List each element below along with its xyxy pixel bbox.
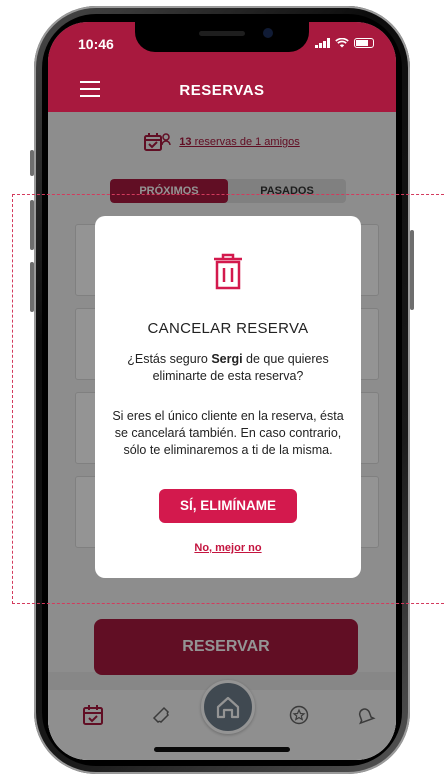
confirm-delete-button[interactable]: SÍ, ELIMÍNAME bbox=[159, 489, 297, 523]
app-bar: RESERVAS bbox=[48, 68, 396, 112]
page-title: RESERVAS bbox=[179, 82, 265, 99]
signal-icon bbox=[315, 38, 330, 48]
status-time: 10:46 bbox=[78, 36, 114, 52]
battery-icon bbox=[354, 38, 374, 48]
cancel-reservation-dialog: CANCELAR RESERVA ¿Estás seguro Sergi de … bbox=[95, 216, 361, 578]
user-name: Sergi bbox=[211, 352, 243, 366]
phone-screen: 10:46 RESERVAS 13 reservas de 1 amigos P… bbox=[48, 22, 396, 760]
dialog-question: ¿Estás seguro Sergi de que quieres elimi… bbox=[127, 352, 329, 383]
notch bbox=[135, 22, 309, 52]
trash-icon bbox=[214, 253, 242, 290]
dialog-title: CANCELAR RESERVA bbox=[147, 320, 309, 337]
cancel-link[interactable]: No, mejor no bbox=[95, 542, 361, 554]
wifi-icon bbox=[335, 38, 349, 48]
dialog-description: Si eres el único cliente en la reserva, … bbox=[112, 409, 344, 457]
